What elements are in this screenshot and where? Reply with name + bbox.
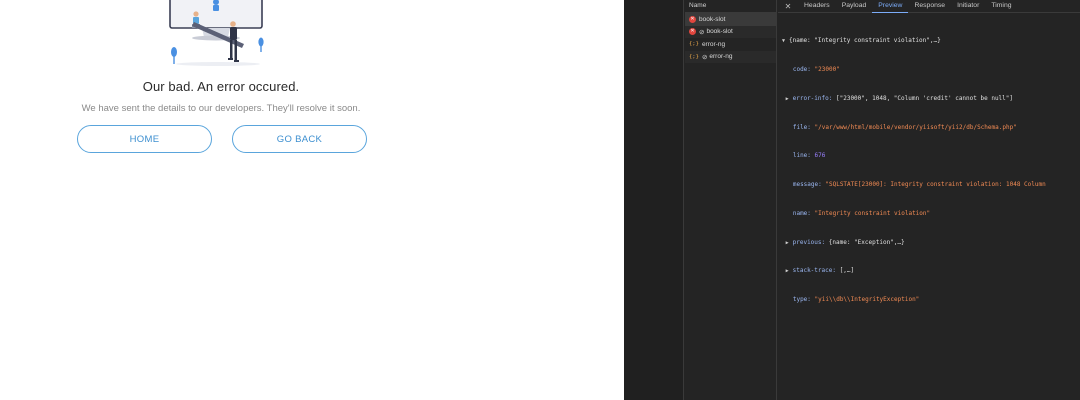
go-back-button[interactable]: GO BACK	[232, 125, 367, 153]
preview-root[interactable]: ▼ {name: "Integrity constraint violation"…	[782, 36, 1080, 46]
preview-line: name: "Integrity constraint violation"	[792, 209, 931, 217]
close-icon[interactable]: ✕	[778, 2, 798, 11]
error-page: Our bad. An error occured. We have sent …	[0, 0, 624, 400]
request-name: error-ng	[701, 40, 726, 48]
home-button[interactable]: HOME	[77, 125, 212, 153]
collapsed-triangle-icon[interactable]: ▶	[786, 95, 793, 105]
preview-line: line: 676	[792, 152, 826, 160]
request-name: error-ng	[709, 53, 733, 61]
name-column-header[interactable]: Name	[685, 0, 776, 13]
xhr-icon: {;}	[689, 53, 699, 60]
request-name: book-slot	[699, 15, 726, 23]
request-row[interactable]: ✕ book-slot	[685, 13, 776, 26]
preview-line: code: "23000"	[792, 65, 840, 73]
tab-initiator[interactable]: Initiator	[951, 0, 985, 13]
preview-line: message: "SQLSTATE[23000]: Integrity con…	[792, 181, 1046, 189]
request-row[interactable]: ✕ ⊘ book-slot	[685, 25, 776, 38]
preview-line[interactable]: ▶ error-info: ["23000", 1048, "Column 'cr…	[782, 94, 1080, 104]
preview-line: file: "/var/www/html/mobile/vendor/yiiso…	[792, 123, 1017, 131]
request-prefix-icon: ⊘	[699, 28, 705, 36]
error-illustration	[169, 0, 264, 66]
tab-timing[interactable]: Timing	[985, 0, 1017, 13]
request-name: book-slot	[706, 28, 733, 36]
xhr-icon: {;}	[689, 41, 699, 48]
detail-tabs: ✕ Headers Payload Preview Response Initi…	[778, 0, 1080, 13]
request-row[interactable]: {;} ⊘ error-ng	[685, 50, 776, 63]
json-preview: ▼ {name: "Integrity constraint violation"…	[782, 17, 1080, 324]
page-title: Our bad. An error occured.	[142, 79, 300, 94]
request-list: Name ✕ book-slot ✕ ⊘ book-slot {;} error…	[685, 0, 777, 400]
preview-line[interactable]: ▶ stack-trace: [,…]	[782, 266, 1080, 276]
collapsed-triangle-icon[interactable]: ▶	[786, 267, 793, 277]
request-prefix-icon: ⊘	[701, 53, 708, 61]
error-message: We have sent the details to our develope…	[81, 103, 361, 114]
tab-headers[interactable]: Headers	[798, 0, 836, 13]
error-icon: ✕	[689, 15, 696, 23]
error-icon: ✕	[689, 28, 696, 36]
tab-response[interactable]: Response	[908, 0, 951, 13]
tab-preview[interactable]: Preview	[872, 0, 909, 13]
devtools-side-strip	[624, 0, 684, 400]
preview-line: type: "yii\\db\\IntegrityException"	[792, 296, 920, 304]
preview-line[interactable]: ▶ previous: {name: "Exception",…}	[782, 238, 1080, 248]
tab-payload[interactable]: Payload	[836, 0, 873, 13]
devtools-panel: Name ✕ book-slot ✕ ⊘ book-slot {;} error…	[624, 0, 1080, 400]
collapsed-triangle-icon[interactable]: ▶	[786, 239, 793, 249]
request-detail-pane: ✕ Headers Payload Preview Response Initi…	[778, 0, 1080, 400]
request-row[interactable]: {;} error-ng	[685, 38, 776, 51]
expanded-triangle-icon[interactable]: ▼	[782, 37, 789, 47]
